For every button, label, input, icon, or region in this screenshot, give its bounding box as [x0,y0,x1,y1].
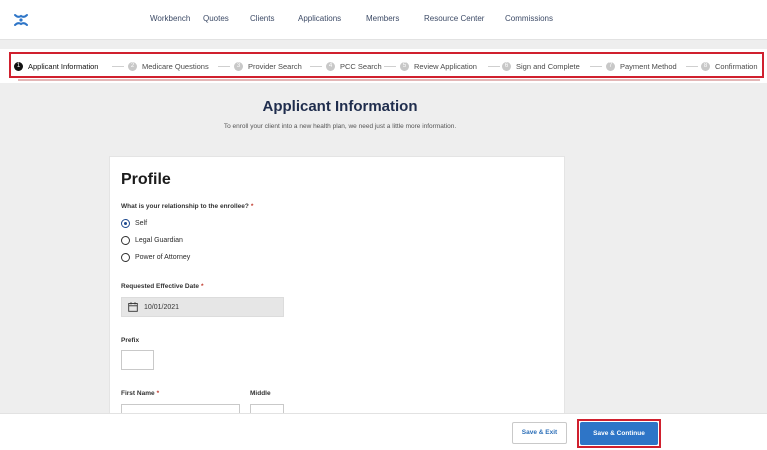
nav-quotes[interactable]: Quotes [203,14,229,23]
profile-card [109,156,565,426]
radio-label: Legal Guardian [135,237,183,244]
relationship-option-self[interactable]: Self [121,219,147,228]
effective-date-value: 10/01/2021 [144,303,180,311]
middle-label: Middle [250,390,271,397]
prefix-input[interactable] [121,350,154,370]
save-and-exit-button[interactable]: Save & Exit [512,422,567,444]
page-subtitle: To enroll your client into a new health … [223,123,457,130]
effective-date-field[interactable]: 10/01/2021 [121,297,284,317]
first-name-label-text: First Name [121,390,155,397]
top-navigation: Workbench Quotes Clients Applications Me… [0,0,767,40]
calendar-icon [128,302,138,312]
nav-resource-center[interactable]: Resource Center [424,14,484,23]
effective-date-label: Requested Effective Date * [121,283,204,290]
nav-clients[interactable]: Clients [250,14,274,23]
nav-members[interactable]: Members [366,14,399,23]
save-and-continue-button[interactable]: Save & Continue [580,422,658,445]
radio-button[interactable] [121,219,130,228]
relationship-question: What is your relationship to the enrolle… [121,203,249,210]
required-asterisk: * [250,203,254,210]
page-title: Applicant Information [262,98,418,115]
nav-applications[interactable]: Applications [298,14,341,23]
relationship-option-power-of-attorney[interactable]: Power of Attorney [121,253,190,262]
radio-label: Self [135,220,148,227]
radio-button[interactable] [121,236,130,245]
nav-commissions[interactable]: Commissions [505,14,553,23]
nav-workbench[interactable]: Workbench [150,14,190,23]
radio-button[interactable] [121,253,130,262]
profile-heading: Profile [121,171,171,188]
required-asterisk: * [201,283,204,290]
stepper-underline [18,79,760,81]
required-asterisk: * [156,390,160,397]
first-name-label: First Name * [121,390,159,397]
radio-label: Power of Attorney [135,254,191,261]
brand-logo-icon[interactable] [11,10,31,30]
relationship-option-legal-guardian[interactable]: Legal Guardian [121,236,183,245]
effective-date-label-text: Requested Effective Date [121,283,200,290]
relationship-label: What is your relationship to the enrolle… [121,203,253,210]
stepper-highlight-box [9,52,764,78]
prefix-label: Prefix [121,337,140,344]
